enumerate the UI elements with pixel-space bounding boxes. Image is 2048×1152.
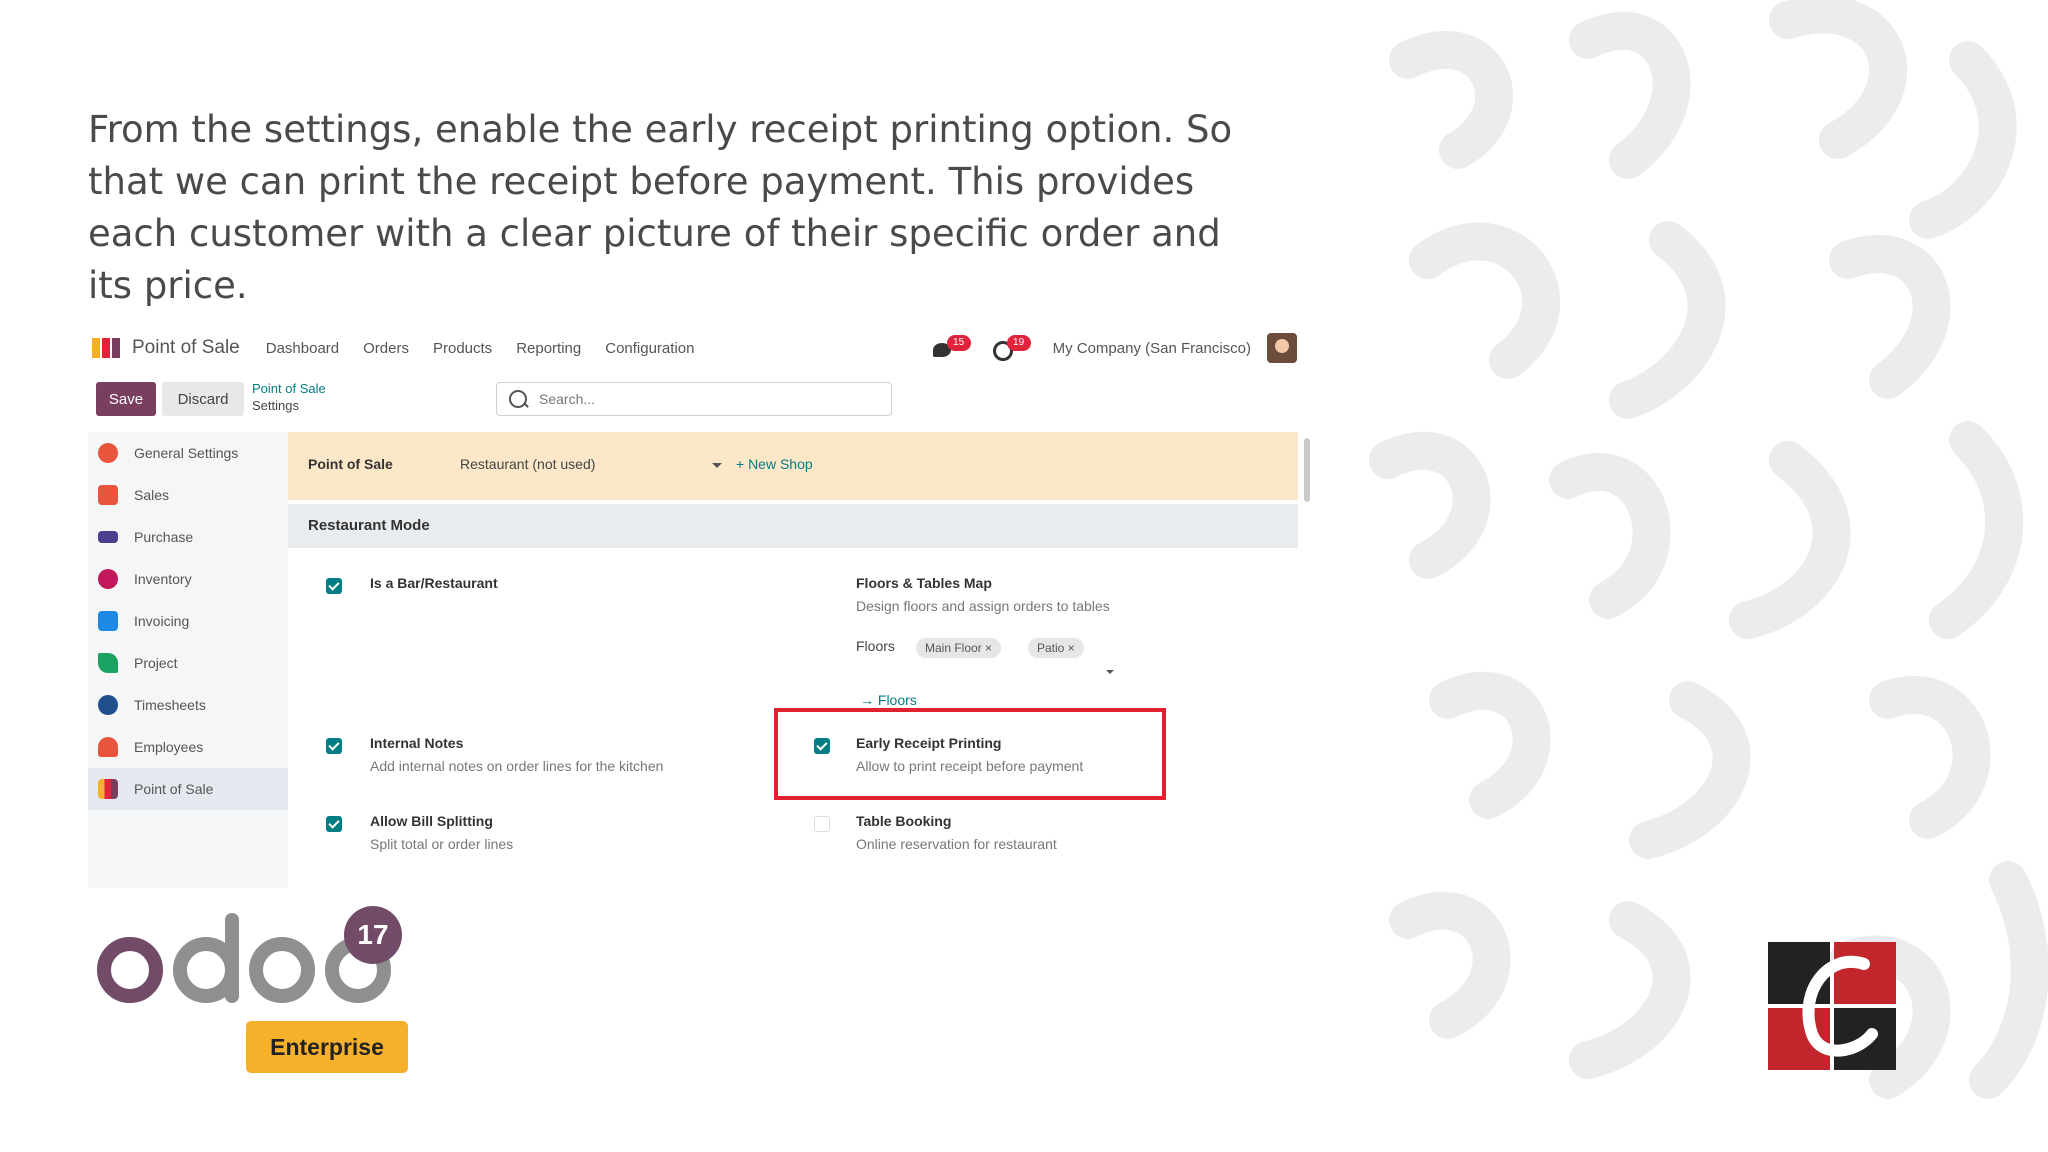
check-icon <box>98 653 118 673</box>
bill-splitting-desc: Split total or order lines <box>370 836 514 852</box>
is-bar-label: Is a Bar/Restaurant <box>370 575 498 591</box>
version-badge: 17 <box>344 906 402 964</box>
scrollbar[interactable] <box>1304 438 1310 502</box>
sidebar-item-label: Employees <box>134 739 204 755</box>
sidebar-item-project[interactable]: Project <box>88 642 288 684</box>
breadcrumb-parent[interactable]: Point of Sale <box>252 380 326 397</box>
bill-splitting-title: Allow Bill Splitting <box>370 813 493 829</box>
sidebar-item-label: Invoicing <box>134 613 190 629</box>
decorative-squiggle-background <box>1368 0 2048 1152</box>
sidebar-item-label: Timesheets <box>134 697 206 713</box>
card-icon <box>98 531 118 543</box>
breadcrumb: Point of Sale Settings <box>252 380 326 414</box>
menu-orders[interactable]: Orders <box>363 340 409 357</box>
internal-notes-title: Internal Notes <box>370 735 464 751</box>
pos-selector-bar: Point of Sale Restaurant (not used) + Ne… <box>288 432 1298 500</box>
control-panel: Save Discard Point of Sale Settings <box>88 376 1313 422</box>
people-icon <box>98 737 118 757</box>
floor-tag-patio[interactable]: Patio × <box>1028 638 1084 658</box>
search-icon <box>509 390 527 408</box>
internal-notes-checkbox[interactable] <box>326 738 342 754</box>
sidebar-item-label: General Settings <box>134 445 239 461</box>
top-navbar: Point of Sale Dashboard Orders Products … <box>88 328 1313 368</box>
shop-icon <box>98 779 118 799</box>
search-bar <box>496 382 892 416</box>
chevron-down-icon[interactable] <box>1106 670 1114 674</box>
messages-icon[interactable]: 15 <box>932 335 971 359</box>
bill-splitting-checkbox[interactable] <box>326 816 342 832</box>
sidebar-item-purchase[interactable]: Purchase <box>88 516 288 558</box>
sidebar-item-label: Inventory <box>134 571 192 587</box>
gear-icon <box>98 443 118 463</box>
activities-badge: 19 <box>1006 335 1031 351</box>
is-bar-checkbox[interactable] <box>326 578 342 594</box>
pos-select[interactable]: Restaurant (not used) <box>460 456 595 472</box>
internal-notes-desc: Add internal notes on order lines for th… <box>370 758 664 774</box>
invoice-icon <box>98 611 118 631</box>
settings-content: Point of Sale Restaurant (not used) + Ne… <box>288 432 1298 888</box>
floors-title: Floors & Tables Map <box>856 575 992 591</box>
sidebar-item-label: Point of Sale <box>134 781 214 797</box>
odoo-settings-screenshot: Point of Sale Dashboard Orders Products … <box>88 328 1313 888</box>
sidebar-item-label: Sales <box>134 487 170 503</box>
discard-button[interactable]: Discard <box>162 382 244 416</box>
user-avatar[interactable] <box>1267 333 1297 363</box>
floor-tag-main[interactable]: Main Floor × <box>916 638 1002 658</box>
floors-link[interactable]: → Floors <box>860 692 917 708</box>
menu-configuration[interactable]: Configuration <box>605 340 694 357</box>
menu-reporting[interactable]: Reporting <box>516 340 581 357</box>
table-booking-title: Table Booking <box>856 813 952 829</box>
breadcrumb-current: Settings <box>252 398 299 413</box>
enterprise-badge: Enterprise <box>246 1021 408 1073</box>
box-icon <box>98 569 118 589</box>
chart-icon <box>98 485 118 505</box>
search-input[interactable] <box>537 390 881 408</box>
save-button[interactable]: Save <box>96 382 156 416</box>
chevron-down-icon[interactable] <box>712 463 722 468</box>
company-switcher[interactable]: My Company (San Francisco) <box>1053 340 1251 357</box>
activities-icon[interactable]: 19 <box>992 335 1031 361</box>
cybrosys-logo <box>1768 942 1896 1070</box>
menu-products[interactable]: Products <box>433 340 492 357</box>
sidebar-item-timesheets[interactable]: Timesheets <box>88 684 288 726</box>
pos-app-icon[interactable] <box>92 338 122 358</box>
sidebar-item-label: Project <box>134 655 178 671</box>
floors-field-label: Floors <box>856 638 895 654</box>
section-title: Restaurant Mode <box>308 517 430 534</box>
floors-desc: Design floors and assign orders to table… <box>856 598 1110 614</box>
sidebar-item-point-of-sale[interactable]: Point of Sale <box>88 768 288 810</box>
sidebar-item-general-settings[interactable]: General Settings <box>88 432 288 474</box>
early-receipt-highlight <box>774 708 1166 800</box>
settings-sidebar: General Settings Sales Purchase Inventor… <box>88 432 288 888</box>
pos-selector-label: Point of Sale <box>308 456 393 472</box>
menu-dashboard[interactable]: Dashboard <box>266 340 339 357</box>
sidebar-item-invoicing[interactable]: Invoicing <box>88 600 288 642</box>
sidebar-item-inventory[interactable]: Inventory <box>88 558 288 600</box>
table-booking-desc: Online reservation for restaurant <box>856 836 1057 852</box>
new-shop-button[interactable]: + New Shop <box>736 456 813 472</box>
messages-badge: 15 <box>946 335 971 351</box>
intro-paragraph: From the settings, enable the early rece… <box>88 108 1233 307</box>
sidebar-item-employees[interactable]: Employees <box>88 726 288 768</box>
section-header: Restaurant Mode <box>288 504 1298 548</box>
sidebar-item-label: Purchase <box>134 529 194 545</box>
table-booking-checkbox[interactable] <box>814 816 830 832</box>
app-name[interactable]: Point of Sale <box>132 337 240 359</box>
clock-icon <box>98 695 118 715</box>
sidebar-item-sales[interactable]: Sales <box>88 474 288 516</box>
